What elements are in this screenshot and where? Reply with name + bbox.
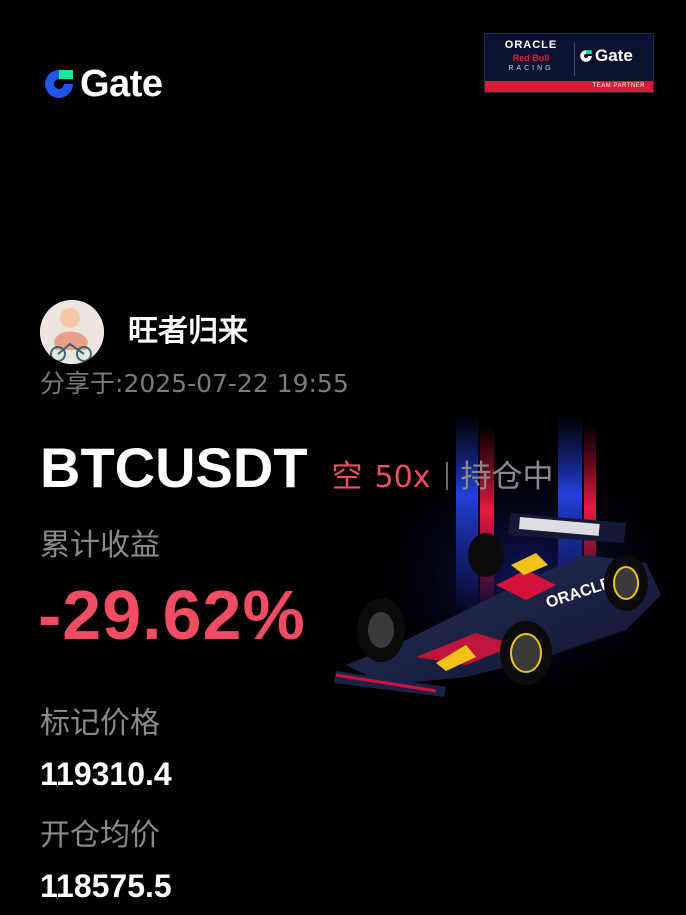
oracle-redbull-logo: ORACLE Red Bull RACING: [491, 39, 571, 74]
position-header: BTCUSDT 空 50x 持仓中: [40, 435, 553, 501]
position-status: 持仓中: [460, 459, 554, 495]
badge-gate-logo: Gate: [579, 46, 633, 66]
position-direction: 空: [331, 459, 363, 495]
brand-name: Gate: [80, 63, 163, 105]
badge-divider: [574, 42, 575, 76]
racing-text: RACING: [508, 65, 554, 72]
username: 旺者归来: [128, 314, 248, 349]
mark-price-value: 119310.4: [40, 756, 172, 792]
entry-price-value: 118575.5: [40, 868, 172, 904]
shared-time: 2025-07-22 19:55: [123, 369, 349, 398]
gate-logo-icon: [45, 70, 73, 98]
mark-price-label: 标记价格: [40, 706, 160, 741]
trading-pair: BTCUSDT: [40, 436, 308, 499]
pnl-label: 累计收益: [40, 528, 160, 563]
pnl-value: -29.62%: [38, 576, 306, 654]
team-partner-badge: ORACLE Red Bull RACING Gate TEAM PARTNER: [484, 33, 654, 93]
shared-label: 分享于:: [40, 369, 124, 398]
gate-brand: Gate: [42, 63, 163, 105]
status-divider: [446, 462, 449, 490]
position-leverage: 50x: [374, 460, 431, 495]
team-partner-text: TEAM PARTNER: [592, 83, 645, 89]
gate-logo-icon: [580, 50, 592, 62]
avatar-illustration-icon: [40, 300, 104, 364]
shared-time-line: 分享于:2025-07-22 19:55: [40, 366, 349, 402]
oracle-text: ORACLE: [504, 39, 558, 51]
badge-gate-text: Gate: [595, 46, 633, 65]
entry-price-label: 开仓均价: [40, 818, 160, 853]
redbull-text: Red Bull: [512, 53, 550, 63]
user-avatar[interactable]: [40, 300, 104, 364]
